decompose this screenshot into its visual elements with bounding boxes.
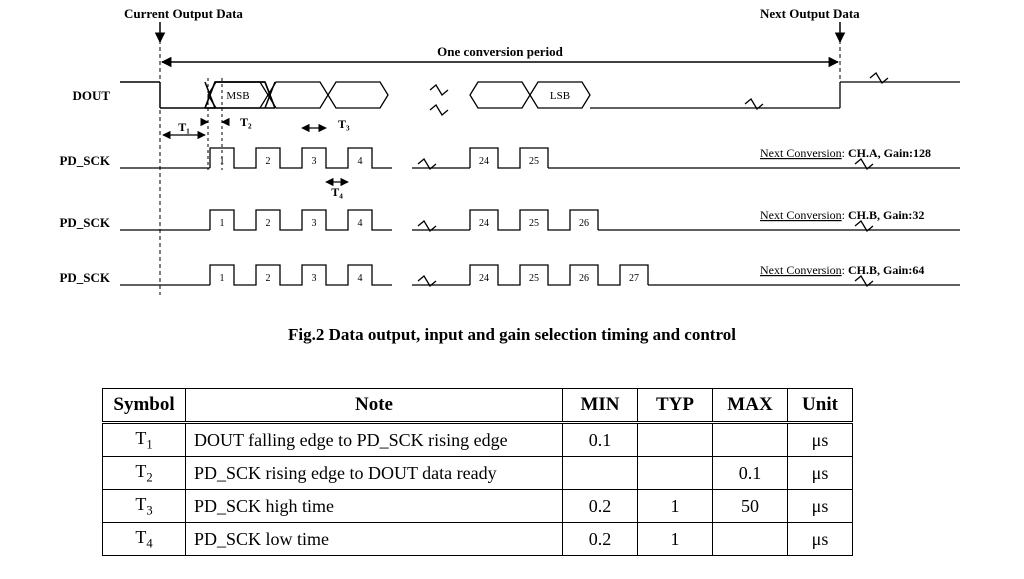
t3-label: T₃ <box>338 117 350 131</box>
t1-label: T₁ <box>178 120 190 134</box>
cell-min: 0.1 <box>563 423 638 457</box>
th-unit: Unit <box>788 389 853 423</box>
pulse-num: 2 <box>266 273 271 284</box>
pd-sck-label-2: PD_SCK <box>59 215 110 230</box>
pulse-num: 26 <box>579 218 589 229</box>
msb-label: MSB <box>226 90 249 102</box>
next-output-label: Next Output Data <box>760 6 860 21</box>
cell-symbol: T4 <box>103 523 186 556</box>
cell-typ <box>638 457 713 490</box>
pulse-num: 25 <box>529 218 539 229</box>
t2-label: T₂ <box>240 115 252 129</box>
current-output-label: Current Output Data <box>124 6 243 21</box>
cell-note: PD_SCK low time <box>186 523 563 556</box>
lsb-label: LSB <box>550 90 570 102</box>
cell-unit: μs <box>788 523 853 556</box>
pulse-num: 27 <box>629 273 639 284</box>
cell-typ: 1 <box>638 523 713 556</box>
th-symbol: Symbol <box>103 389 186 423</box>
pulse-num: 3 <box>312 156 317 167</box>
one-conversion-period-label: One conversion period <box>437 44 563 59</box>
table-row: T2PD_SCK rising edge to DOUT data ready 0… <box>103 457 853 490</box>
pulse-num: 2 <box>266 156 271 167</box>
cell-max <box>713 523 788 556</box>
cell-min: 0.2 <box>563 490 638 523</box>
t4-label: T₄ <box>331 185 343 199</box>
table-row: T1DOUT falling edge to PD_SCK rising edg… <box>103 423 853 457</box>
cell-min <box>563 457 638 490</box>
pulse-num: 24 <box>479 273 489 284</box>
pulse-num: 26 <box>579 273 589 284</box>
th-max: MAX <box>713 389 788 423</box>
cell-note: PD_SCK rising edge to DOUT data ready <box>186 457 563 490</box>
figure-caption: Fig.2 Data output, input and gain select… <box>0 325 1024 345</box>
th-note: Note <box>186 389 563 423</box>
pulse-num: 1 <box>220 273 225 284</box>
pd-sck-label-3: PD_SCK <box>59 270 110 285</box>
cell-max: 0.1 <box>713 457 788 490</box>
cell-unit: μs <box>788 423 853 457</box>
dout-label: DOUT <box>72 88 110 103</box>
pulse-num: 25 <box>529 156 539 167</box>
next-conv-1: Next Conversion: CH.A, Gain:128 <box>760 146 931 160</box>
pulse-num: 1 <box>220 156 225 167</box>
table-row: T3PD_SCK high time0.2150μs <box>103 490 853 523</box>
pulse-num: 24 <box>479 156 489 167</box>
pulse-num: 4 <box>358 156 363 167</box>
cell-min: 0.2 <box>563 523 638 556</box>
cell-typ: 1 <box>638 490 713 523</box>
pulse-num: 25 <box>529 273 539 284</box>
cell-unit: μs <box>788 457 853 490</box>
timing-diagram: Current Output Data Next Output Data One… <box>0 0 1024 310</box>
table-row: T4PD_SCK low time0.21 μs <box>103 523 853 556</box>
cell-symbol: T1 <box>103 423 186 457</box>
next-conv-3: Next Conversion: CH.B, Gain:64 <box>760 263 924 277</box>
pulse-num: 1 <box>220 218 225 229</box>
pulse-num: 3 <box>312 218 317 229</box>
table-header-row: Symbol Note MIN TYP MAX Unit <box>103 389 853 423</box>
th-typ: TYP <box>638 389 713 423</box>
cell-max <box>713 423 788 457</box>
pulse-num: 4 <box>358 218 363 229</box>
cell-symbol: T2 <box>103 457 186 490</box>
cell-symbol: T3 <box>103 490 186 523</box>
next-conv-2: Next Conversion: CH.B, Gain:32 <box>760 208 924 222</box>
cell-note: PD_SCK high time <box>186 490 563 523</box>
cell-unit: μs <box>788 490 853 523</box>
th-min: MIN <box>563 389 638 423</box>
pulse-num: 24 <box>479 218 489 229</box>
pulse-num: 2 <box>266 218 271 229</box>
pd-sck-label-1: PD_SCK <box>59 153 110 168</box>
timing-table: Symbol Note MIN TYP MAX Unit T1DOUT fall… <box>102 388 853 556</box>
cell-max: 50 <box>713 490 788 523</box>
pulse-num: 3 <box>312 273 317 284</box>
pulse-num: 4 <box>358 273 363 284</box>
cell-typ <box>638 423 713 457</box>
cell-note: DOUT falling edge to PD_SCK rising edge <box>186 423 563 457</box>
